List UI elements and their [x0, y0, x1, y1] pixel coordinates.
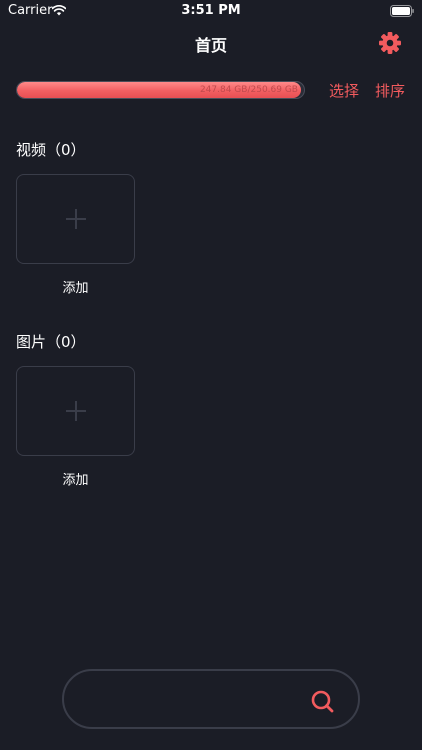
add-video-button[interactable] [16, 174, 135, 264]
search-bar[interactable] [62, 669, 360, 729]
add-image-button[interactable] [16, 366, 135, 456]
search-icon [311, 690, 334, 713]
add-video-label: 添加 [62, 281, 89, 296]
settings-button[interactable] [378, 31, 402, 55]
plus-icon [65, 401, 86, 421]
status-bar: Carrier 3:51 PM [0, 0, 422, 22]
plus-icon [65, 209, 86, 229]
image-section-heading: 图片（0） [16, 333, 86, 351]
sort-button[interactable]: 排序 [375, 80, 405, 101]
storage-usage-bar: 247.84 GB/250.69 GB [16, 81, 305, 99]
select-button[interactable]: 选择 [329, 80, 359, 101]
add-image-label: 添加 [62, 473, 89, 488]
clock: 3:51 PM [181, 3, 241, 18]
battery-icon [390, 5, 414, 17]
video-section-heading: 视频（0） [16, 141, 86, 159]
storage-usage-text: 247.84 GB/250.69 GB [199, 85, 298, 95]
page-title: 首页 [194, 36, 227, 55]
gear-icon [379, 32, 401, 54]
